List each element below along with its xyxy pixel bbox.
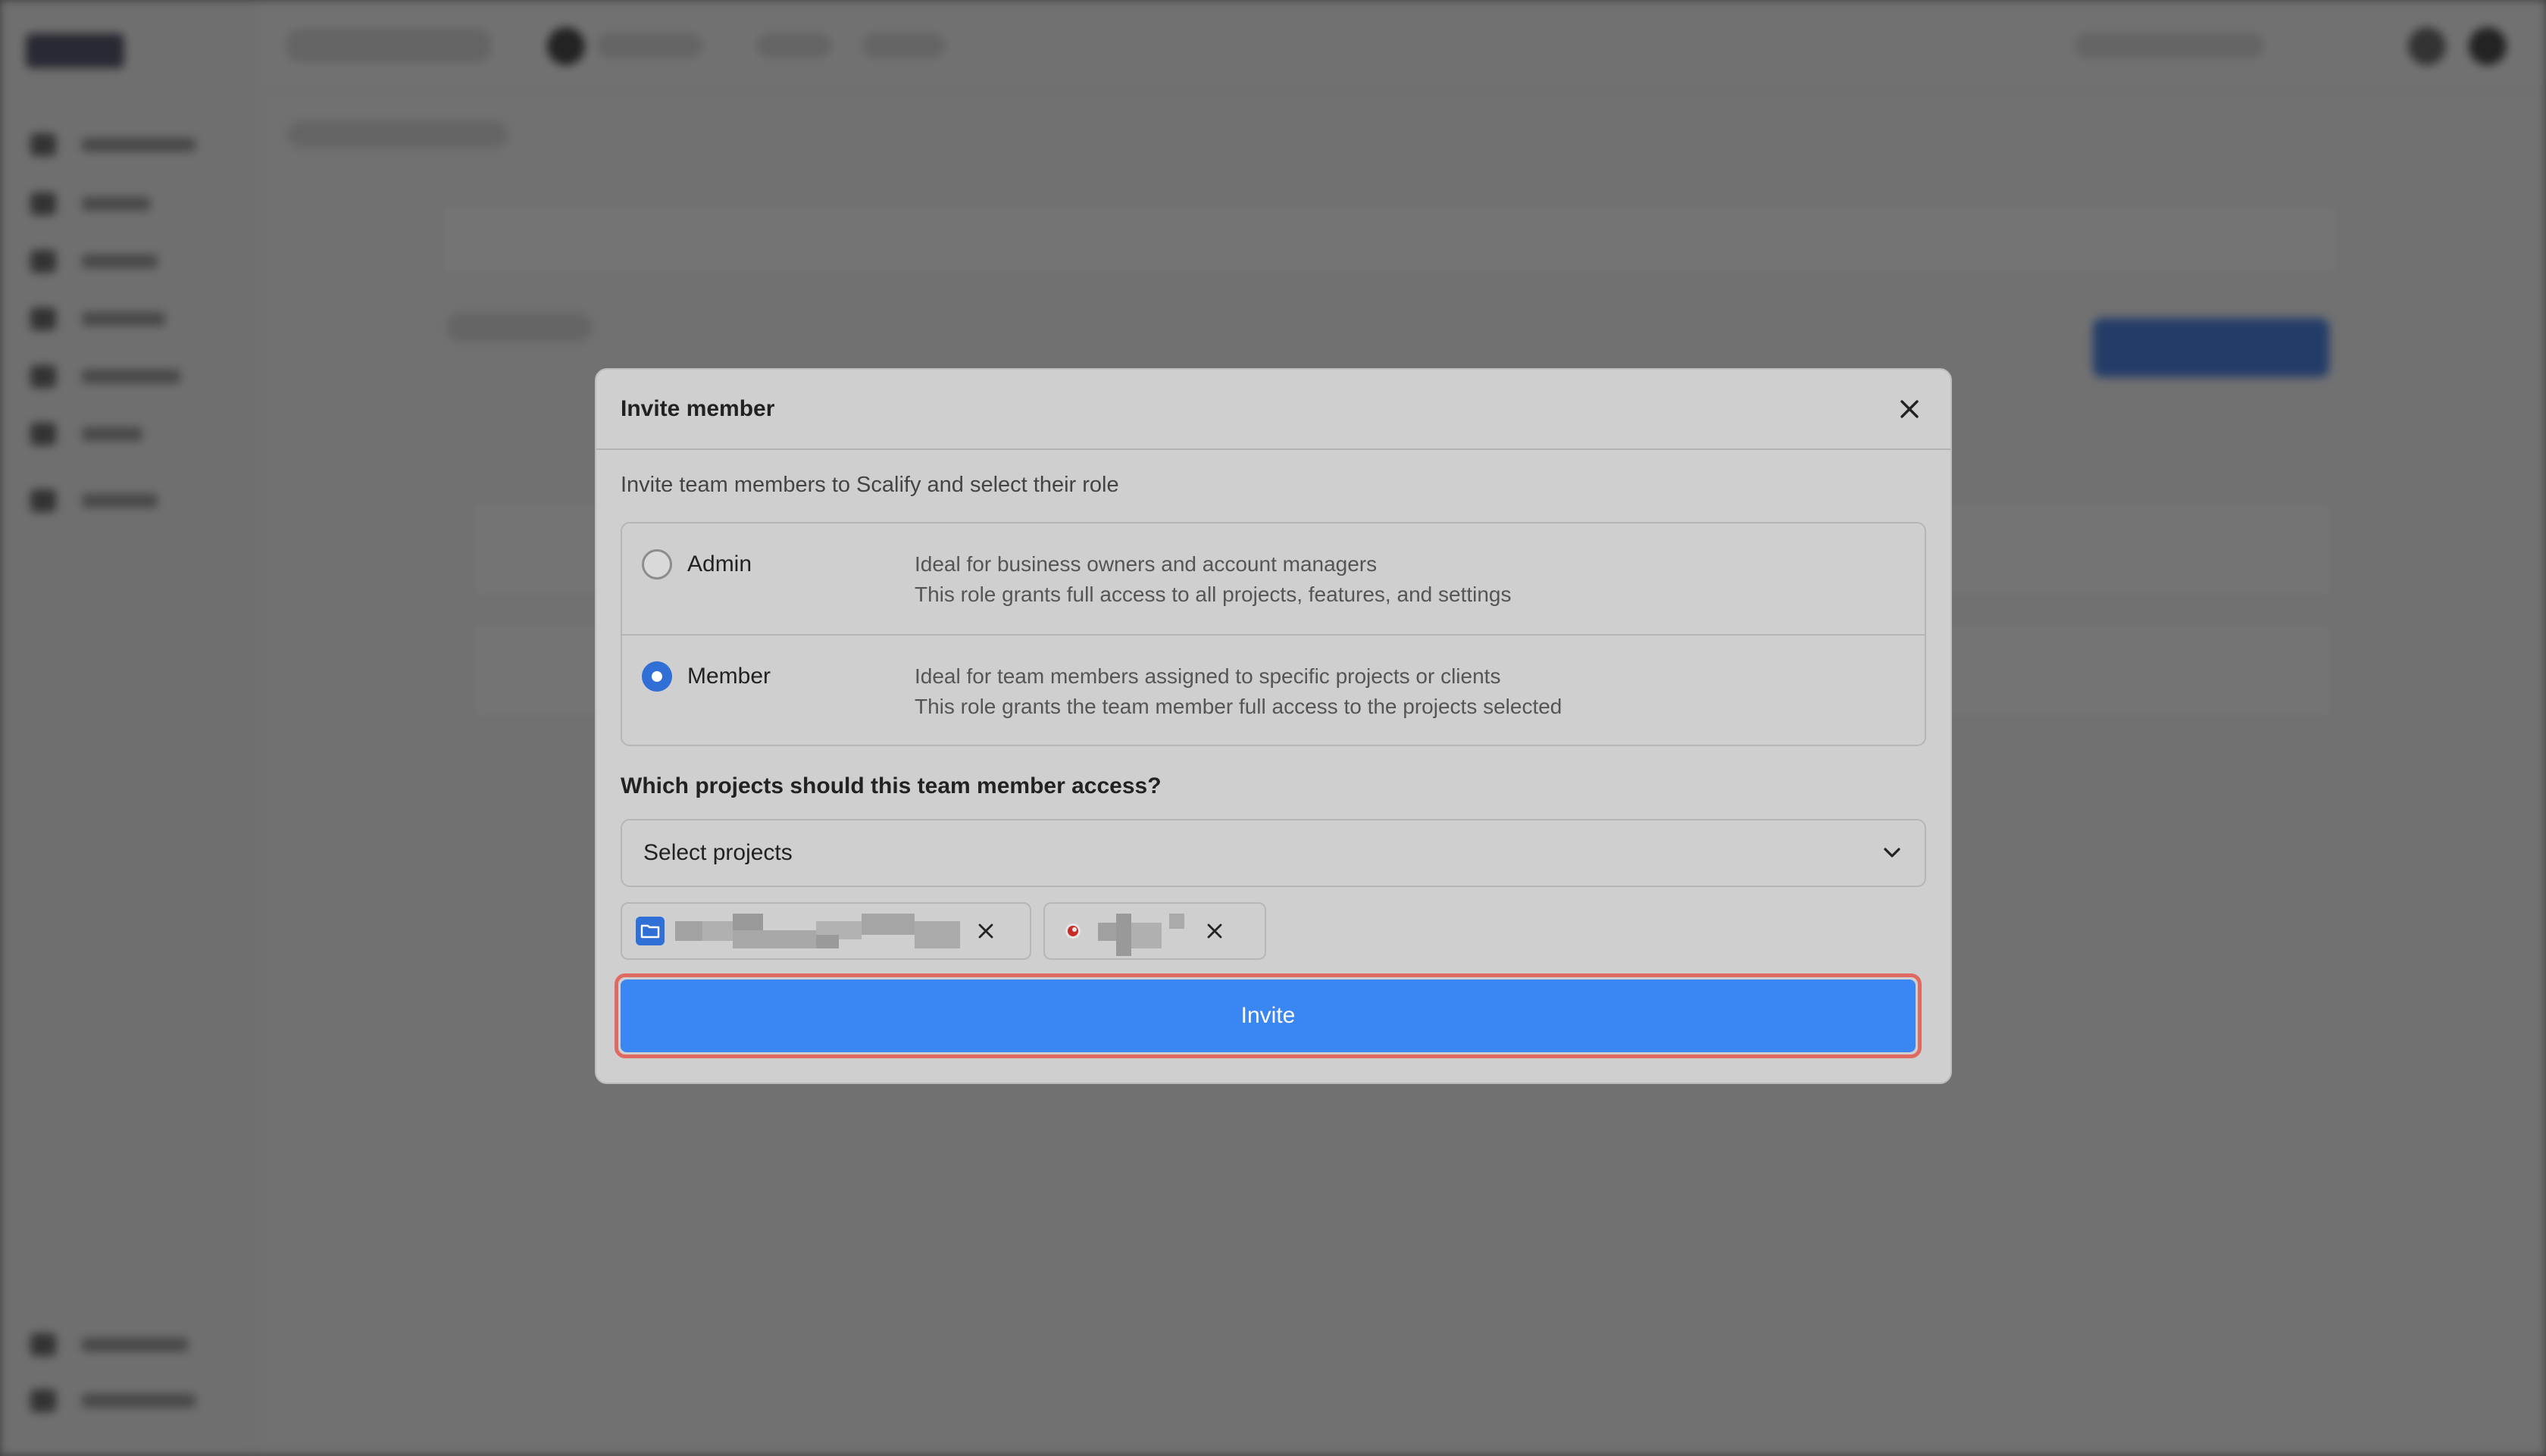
role-description-line: This role grants full access to all proj… bbox=[915, 583, 1512, 606]
remove-project-button[interactable] bbox=[971, 916, 1001, 946]
radio-admin[interactable] bbox=[642, 549, 672, 580]
selected-projects bbox=[621, 902, 1926, 960]
role-options: Admin Ideal for business owners and acco… bbox=[621, 522, 1926, 746]
folder-icon bbox=[636, 917, 665, 945]
dialog-title: Invite member bbox=[621, 396, 775, 421]
dialog-header: Invite member bbox=[596, 370, 1950, 450]
close-icon bbox=[978, 923, 993, 939]
redacted-project-name bbox=[1098, 914, 1189, 956]
role-description-line: Ideal for team members assigned to speci… bbox=[915, 664, 1501, 688]
select-projects-label: Select projects bbox=[643, 840, 793, 865]
redacted-project-name bbox=[675, 914, 960, 948]
remove-project-button[interactable] bbox=[1199, 916, 1230, 946]
chevron-down-icon bbox=[1884, 848, 1900, 858]
role-description-line: Ideal for business owners and account ma… bbox=[915, 552, 1378, 576]
invite-button-highlight: Invite bbox=[615, 973, 1922, 1058]
role-description-line: This role grants the team member full ac… bbox=[915, 695, 1562, 718]
role-option-admin[interactable]: Admin Ideal for business owners and acco… bbox=[622, 523, 1925, 634]
invite-member-dialog: Invite member Invite team members to Sca… bbox=[595, 368, 1952, 1084]
role-description: Ideal for team members assigned to speci… bbox=[915, 661, 1562, 722]
close-icon bbox=[1207, 923, 1222, 939]
brand-logo-icon bbox=[1059, 917, 1087, 945]
role-name: Member bbox=[687, 664, 771, 689]
dialog-subtitle: Invite team members to Scalify and selec… bbox=[621, 473, 1119, 497]
role-name: Admin bbox=[687, 551, 752, 576]
role-option-member[interactable]: Member Ideal for team members assigned t… bbox=[622, 634, 1925, 745]
dialog-body: Invite team members to Scalify and selec… bbox=[596, 450, 1950, 1058]
close-icon bbox=[1900, 400, 1919, 418]
radio-member[interactable] bbox=[642, 661, 672, 692]
projects-question: Which projects should this team member a… bbox=[621, 773, 1162, 798]
close-button[interactable] bbox=[1891, 391, 1928, 427]
project-chip bbox=[1043, 902, 1266, 960]
select-projects-dropdown[interactable]: Select projects bbox=[621, 819, 1926, 887]
role-description: Ideal for business owners and account ma… bbox=[915, 549, 1512, 610]
invite-button[interactable]: Invite bbox=[621, 980, 1916, 1052]
project-chip bbox=[621, 902, 1031, 960]
